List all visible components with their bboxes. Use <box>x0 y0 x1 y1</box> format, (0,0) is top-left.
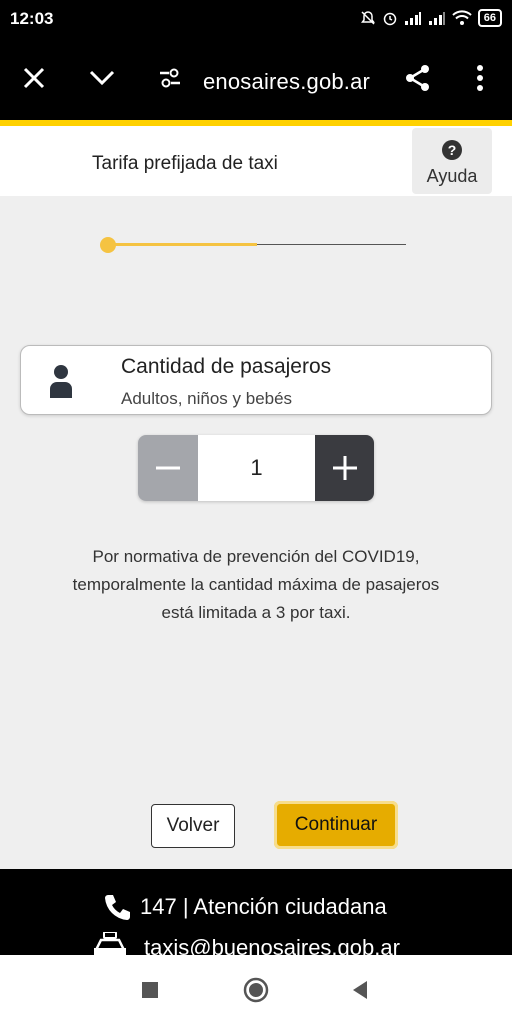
status-icons: 66 <box>360 9 502 27</box>
minus-icon <box>156 466 180 470</box>
signal-icon-2 <box>428 12 445 25</box>
site-settings-icon <box>160 68 180 88</box>
progress-step-dot <box>100 237 116 253</box>
status-bar: 12:03 66 <box>0 0 512 38</box>
more-options-button[interactable] <box>462 60 498 96</box>
url-text[interactable]: enosaires.gob.ar <box>203 69 370 95</box>
notice-line-3: está limitada a 3 por taxi. <box>161 603 351 622</box>
alarm-icon <box>383 12 396 26</box>
close-icon <box>23 67 45 89</box>
help-label: Ayuda <box>426 166 478 186</box>
passenger-count-card: Cantidad de pasajeros Adultos, niños y b… <box>20 345 492 415</box>
notice-line-1: Por normativa de prevención del COVID19, <box>92 547 420 566</box>
passenger-count-title: Cantidad de pasajeros <box>121 355 332 378</box>
close-button[interactable] <box>16 60 52 96</box>
signal-icon <box>404 12 421 25</box>
covid-notice: Por normativa de prevención del COVID19,… <box>30 543 482 627</box>
footer-email[interactable]: taxis@buenosaires.gob.ar <box>144 935 400 955</box>
help-button[interactable]: ? Ayuda <box>412 128 492 194</box>
person-icon <box>50 365 72 398</box>
browser-toolbar: enosaires.gob.ar <box>0 38 512 120</box>
continue-label: Continuar <box>277 804 395 846</box>
share-button[interactable] <box>400 60 436 96</box>
increment-button[interactable] <box>315 435 374 501</box>
page-title: Tarifa prefijada de taxi <box>92 153 278 174</box>
system-nav-bar <box>0 955 512 1024</box>
passenger-count-subtitle: Adultos, niños y bebés <box>121 389 293 408</box>
more-icon <box>477 65 483 91</box>
share-icon <box>406 65 429 91</box>
chevron-down-icon <box>89 70 115 86</box>
home-button[interactable] <box>242 976 270 1004</box>
recents-icon <box>142 982 158 998</box>
app-header: Tarifa prefijada de taxi ? Ayuda <box>0 126 512 196</box>
battery-indicator: 66 <box>477 9 502 27</box>
wifi-icon <box>452 10 472 25</box>
collapse-button[interactable] <box>84 60 120 96</box>
decrement-button[interactable] <box>138 435 198 501</box>
notifications-off-icon <box>360 11 375 25</box>
footer-phone[interactable]: 147 | Atención ciudadana <box>140 894 387 920</box>
back-button[interactable]: Volver <box>151 804 235 848</box>
status-time: 12:03 <box>10 9 54 28</box>
passenger-count-value[interactable]: 1 <box>198 435 315 501</box>
taxi-icon <box>94 932 126 955</box>
back-icon <box>353 981 367 999</box>
quantity-stepper: 1 <box>138 435 374 501</box>
plus-icon <box>332 456 357 480</box>
footer: 147 | Atención ciudadana taxis@buenosair… <box>0 869 512 955</box>
notice-line-2: temporalmente la cantidad máxima de pasa… <box>72 575 440 594</box>
site-settings-button[interactable] <box>152 60 188 96</box>
back-nav-button[interactable] <box>346 976 374 1004</box>
phone-icon <box>105 895 130 920</box>
progress-fill <box>108 243 257 246</box>
home-icon <box>243 977 269 1003</box>
continue-button[interactable]: Continuar <box>274 801 398 849</box>
help-icon: ? <box>442 140 462 160</box>
recents-button[interactable] <box>136 976 164 1004</box>
